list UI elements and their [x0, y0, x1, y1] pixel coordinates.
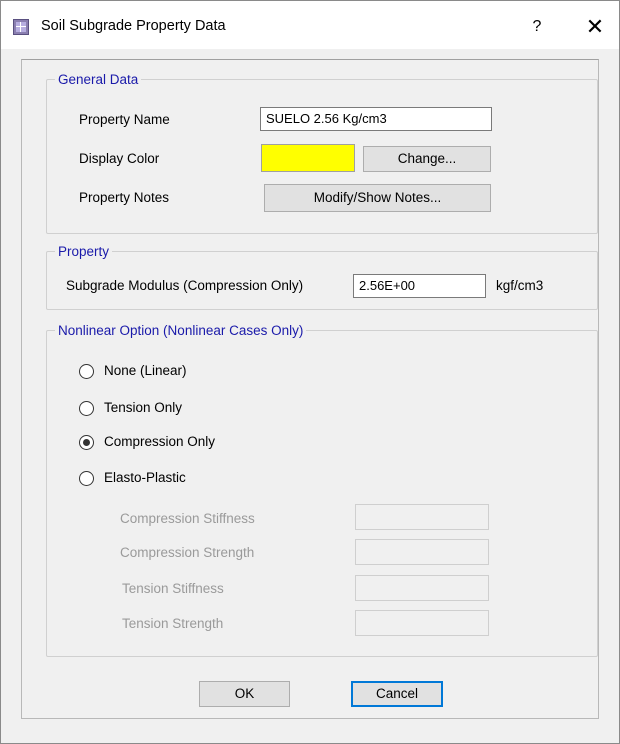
help-button[interactable]: ? — [521, 11, 553, 43]
radio-elasto-plastic[interactable] — [79, 471, 94, 486]
title-bar[interactable]: Soil Subgrade Property Data ? ✕ — [1, 1, 619, 49]
display-color-swatch[interactable] — [261, 144, 355, 172]
nonlinear-option-legend: Nonlinear Option (Nonlinear Cases Only) — [58, 323, 304, 338]
radio-compression-only[interactable] — [79, 435, 94, 450]
general-data-legend: General Data — [58, 72, 139, 87]
property-notes-label: Property Notes — [79, 190, 170, 205]
dialog-window: Soil Subgrade Property Data ? ✕ General … — [0, 0, 620, 744]
radio-tension-only[interactable] — [79, 401, 94, 416]
property-group: Property — [46, 244, 598, 310]
close-icon[interactable]: ✕ — [577, 11, 613, 43]
window-title: Soil Subgrade Property Data — [41, 18, 226, 34]
ok-button[interactable]: OK — [199, 681, 290, 707]
compression-strength-field[interactable] — [355, 539, 489, 565]
tension-stiffness-label: Tension Stiffness — [122, 581, 224, 596]
cancel-button[interactable]: Cancel — [351, 681, 443, 707]
change-color-button[interactable]: Change... — [363, 146, 491, 172]
subgrade-modulus-field[interactable]: 2.56E+00 — [353, 274, 486, 298]
radio-none-linear-label[interactable]: None (Linear) — [104, 363, 187, 378]
compression-strength-label: Compression Strength — [120, 545, 255, 560]
subgrade-modulus-label: Subgrade Modulus (Compression Only) — [66, 278, 304, 293]
property-name-label: Property Name — [79, 112, 170, 127]
radio-none-linear[interactable] — [79, 364, 94, 379]
app-icon — [13, 19, 29, 35]
tension-strength-field[interactable] — [355, 610, 489, 636]
display-color-label: Display Color — [79, 151, 160, 166]
tension-strength-label: Tension Strength — [122, 616, 224, 631]
radio-elasto-plastic-label[interactable]: Elasto-Plastic — [104, 470, 186, 485]
radio-compression-only-label[interactable]: Compression Only — [104, 434, 215, 449]
compression-stiffness-label: Compression Stiffness — [120, 511, 255, 526]
dialog-body: General Data Property Name SUELO 2.56 Kg… — [21, 59, 599, 719]
subgrade-unit-label: kgf/cm3 — [496, 278, 544, 293]
property-name-field[interactable]: SUELO 2.56 Kg/cm3 — [260, 107, 492, 131]
property-legend: Property — [58, 244, 110, 259]
modify-show-notes-button[interactable]: Modify/Show Notes... — [264, 184, 491, 212]
compression-stiffness-field[interactable] — [355, 504, 489, 530]
tension-stiffness-field[interactable] — [355, 575, 489, 601]
radio-tension-only-label[interactable]: Tension Only — [104, 400, 182, 415]
